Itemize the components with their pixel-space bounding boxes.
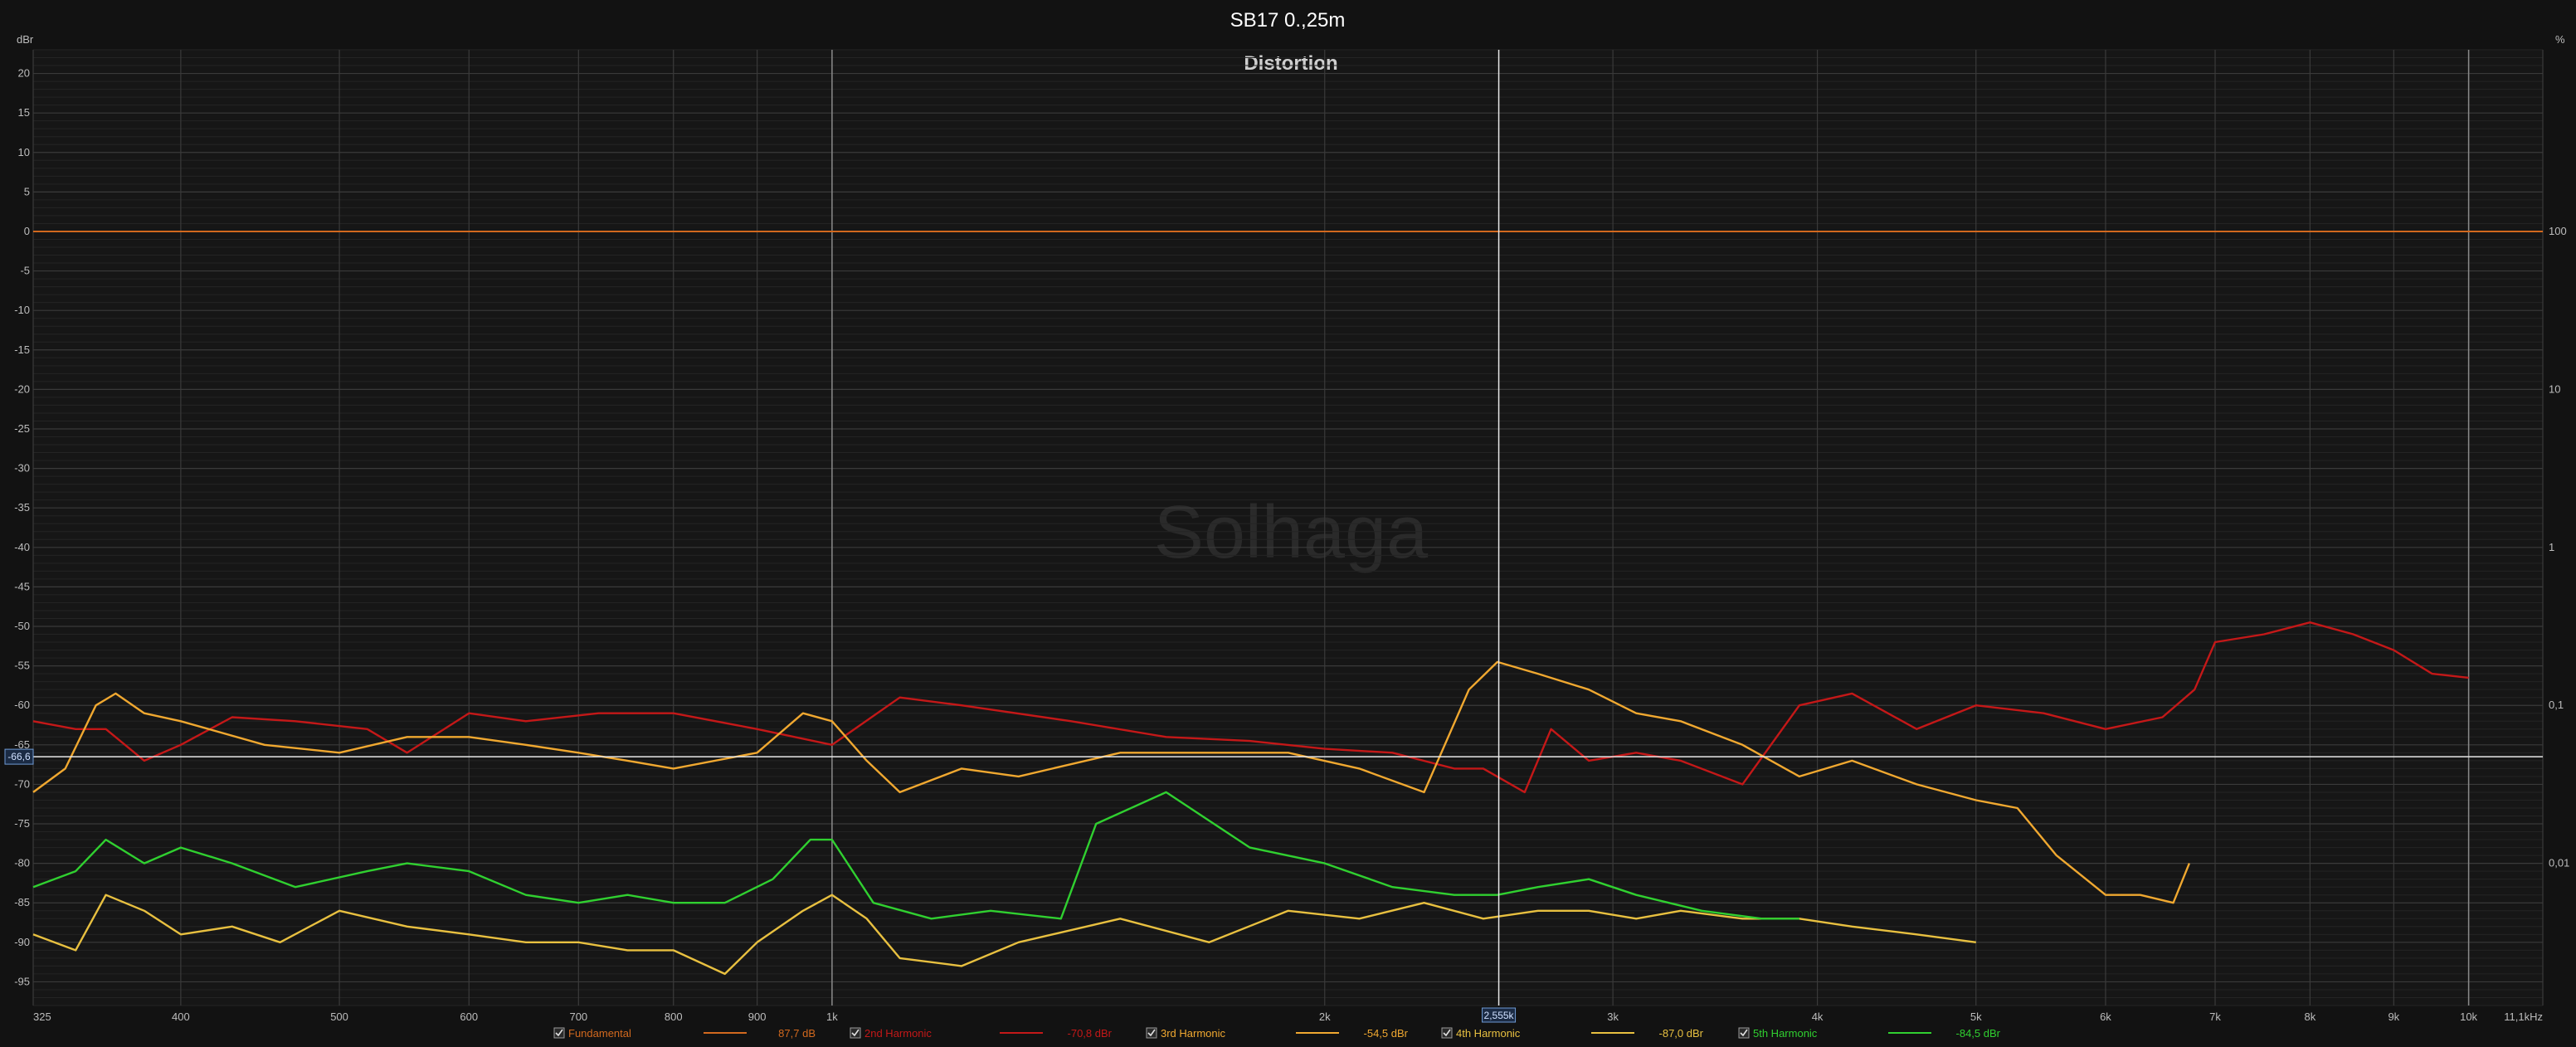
y-tick-label: 20 bbox=[18, 67, 30, 80]
x-tick-label: 2k bbox=[1319, 1010, 1331, 1023]
y-tick-label: -65 bbox=[14, 738, 30, 751]
legend-value-3: -54,5 dBr bbox=[1364, 1027, 1409, 1040]
legend-checkbox-4[interactable] bbox=[1441, 1027, 1453, 1039]
x-tick-label: 325 bbox=[33, 1010, 51, 1023]
y-tick-label: -70 bbox=[14, 777, 30, 790]
y-tick-label: -95 bbox=[14, 975, 30, 987]
y-tick-label: -20 bbox=[14, 382, 30, 395]
x-tick-label: 5k bbox=[1970, 1010, 1982, 1023]
x-tick-label: 900 bbox=[748, 1010, 767, 1023]
y-tick-label: -80 bbox=[14, 857, 30, 869]
y-tick-label: -85 bbox=[14, 896, 30, 908]
y-tick-label: -60 bbox=[14, 699, 30, 711]
watermark: Solhaga bbox=[1154, 491, 1429, 574]
legend-value-1: 87,7 dB bbox=[778, 1027, 816, 1040]
y-axis-right-unit: % bbox=[2555, 33, 2565, 46]
legend-value-4: -87,0 dBr bbox=[1659, 1027, 1704, 1040]
x-tick-label: 700 bbox=[569, 1010, 587, 1023]
y-tick-label: -75 bbox=[14, 817, 30, 830]
x-tick-label: 600 bbox=[460, 1010, 478, 1023]
y2-tick-label: 100 bbox=[2549, 225, 2567, 237]
x-tick-label: 7k bbox=[2209, 1010, 2221, 1023]
x-tick-label: 11,1kHz bbox=[2504, 1010, 2543, 1023]
legend-checkbox-3[interactable] bbox=[1146, 1027, 1157, 1039]
y2-tick-label: 0,1 bbox=[2549, 699, 2564, 711]
x-tick-label: 8k bbox=[2305, 1010, 2316, 1023]
y2-tick-label: 10 bbox=[2549, 382, 2560, 395]
x-tick-label: 6k bbox=[2100, 1010, 2111, 1023]
y-tick-label: -25 bbox=[14, 422, 30, 435]
legend-value-2: -70,8 dBr bbox=[1068, 1027, 1113, 1040]
y-tick-label: -90 bbox=[14, 936, 30, 948]
x-tick-label: 800 bbox=[665, 1010, 683, 1023]
x-tick-label: 500 bbox=[330, 1010, 348, 1023]
cursor-x-readout: 2,555k bbox=[1484, 1010, 1515, 1021]
legend-label-1: Fundamental bbox=[568, 1027, 631, 1040]
y-tick-label: -45 bbox=[14, 580, 30, 592]
legend-value-5: -84,5 dBr bbox=[1956, 1027, 2001, 1040]
chart-title: SB17 0.,25m bbox=[1230, 9, 1346, 32]
x-tick-label: 3k bbox=[1607, 1010, 1619, 1023]
x-tick-label: 4k bbox=[1812, 1010, 1824, 1023]
y-tick-label: -55 bbox=[14, 660, 30, 672]
y-tick-label: 15 bbox=[18, 106, 30, 119]
y-tick-label: -40 bbox=[14, 541, 30, 553]
y-tick-label: -5 bbox=[20, 265, 30, 277]
y-axis-left-unit: dBr bbox=[17, 33, 34, 46]
x-tick-label: 10k bbox=[2460, 1010, 2477, 1023]
legend-label-2: 2nd Harmonic bbox=[864, 1027, 932, 1040]
y-tick-label: 0 bbox=[24, 225, 30, 237]
x-tick-label: 1k bbox=[826, 1010, 838, 1023]
cursor-y-readout: -66,6 bbox=[7, 751, 31, 762]
y2-tick-label: 1 bbox=[2549, 541, 2554, 553]
y-tick-label: -30 bbox=[14, 462, 30, 475]
chart-subtitle: Distortion bbox=[1244, 52, 1337, 75]
x-tick-label: 9k bbox=[2388, 1010, 2399, 1023]
legend-checkbox-2[interactable] bbox=[850, 1027, 861, 1039]
y-tick-label: -35 bbox=[14, 501, 30, 514]
y-tick-label: -50 bbox=[14, 620, 30, 632]
legend-checkbox-1[interactable] bbox=[553, 1027, 565, 1039]
y2-tick-label: 0,01 bbox=[2549, 857, 2569, 869]
y-tick-label: -10 bbox=[14, 304, 30, 316]
legend-checkbox-5[interactable] bbox=[1738, 1027, 1750, 1039]
legend-label-5: 5th Harmonic bbox=[1753, 1027, 1818, 1040]
distortion-chart: SB17 0.,25m Distortion Solhaga dBr % 20 1… bbox=[0, 0, 2576, 1047]
y-tick-label: 5 bbox=[24, 185, 30, 197]
legend-label-4: 4th Harmonic bbox=[1456, 1027, 1521, 1040]
y-tick-label: 10 bbox=[18, 146, 30, 158]
x-tick-label: 400 bbox=[172, 1010, 190, 1023]
y-tick-label: -15 bbox=[14, 343, 30, 356]
legend-label-3: 3rd Harmonic bbox=[1161, 1027, 1226, 1040]
